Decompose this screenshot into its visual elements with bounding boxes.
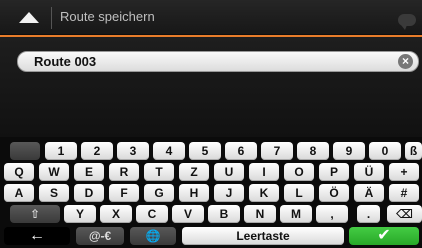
key-period[interactable]: . bbox=[357, 205, 380, 223]
checkmark-icon: ✔ bbox=[377, 227, 391, 244]
key-x[interactable]: X bbox=[100, 205, 132, 223]
key-blank bbox=[10, 142, 40, 160]
key-0[interactable]: 0 bbox=[369, 142, 401, 160]
key-h[interactable]: H bbox=[179, 184, 209, 202]
header-divider bbox=[51, 7, 52, 29]
key-comma[interactable]: , bbox=[316, 205, 348, 223]
input-value: Route 003 bbox=[34, 54, 97, 69]
key-o[interactable]: O bbox=[284, 163, 314, 181]
shift-icon: ⇧ bbox=[29, 207, 41, 221]
key-hash[interactable]: # bbox=[389, 184, 419, 202]
key-q[interactable]: Q bbox=[4, 163, 34, 181]
header-bar: Route speichern bbox=[0, 0, 422, 34]
key-f[interactable]: F bbox=[109, 184, 139, 202]
key-w[interactable]: W bbox=[39, 163, 69, 181]
key-3[interactable]: 3 bbox=[117, 142, 149, 160]
key-n[interactable]: N bbox=[244, 205, 276, 223]
key-d[interactable]: D bbox=[74, 184, 104, 202]
key-9[interactable]: 9 bbox=[333, 142, 365, 160]
key-i[interactable]: I bbox=[249, 163, 279, 181]
key-1[interactable]: 1 bbox=[45, 142, 77, 160]
key-ae[interactable]: Ä bbox=[354, 184, 384, 202]
key-k[interactable]: K bbox=[249, 184, 279, 202]
key-v[interactable]: V bbox=[172, 205, 204, 223]
key-u[interactable]: U bbox=[214, 163, 244, 181]
back-icon[interactable] bbox=[19, 12, 39, 23]
key-7[interactable]: 7 bbox=[261, 142, 293, 160]
key-6[interactable]: 6 bbox=[225, 142, 257, 160]
key-y[interactable]: Y bbox=[64, 205, 96, 223]
route-name-input[interactable]: Route 003 × bbox=[17, 51, 419, 72]
key-c[interactable]: C bbox=[136, 205, 168, 223]
key-ue[interactable]: Ü bbox=[354, 163, 384, 181]
symbols-key[interactable]: @-€ bbox=[76, 227, 124, 245]
key-4[interactable]: 4 bbox=[153, 142, 185, 160]
globe-key[interactable]: 🌐 bbox=[130, 227, 176, 245]
key-l[interactable]: L bbox=[284, 184, 314, 202]
key-plus[interactable]: + bbox=[389, 163, 419, 181]
key-2[interactable]: 2 bbox=[81, 142, 113, 160]
key-5[interactable]: 5 bbox=[189, 142, 221, 160]
key-g[interactable]: G bbox=[144, 184, 174, 202]
shift-key[interactable]: ⇧ bbox=[10, 205, 60, 223]
key-e[interactable]: E bbox=[74, 163, 104, 181]
globe-icon: 🌐 bbox=[145, 229, 161, 243]
chat-icon[interactable] bbox=[398, 14, 416, 30]
back-arrow-icon: ← bbox=[29, 227, 45, 244]
key-eszett[interactable]: ß bbox=[405, 142, 422, 160]
backspace-key[interactable]: ⌫ bbox=[387, 205, 422, 223]
key-r[interactable]: R bbox=[109, 163, 139, 181]
space-key[interactable]: Leertaste bbox=[182, 227, 344, 245]
keyboard: 1 2 3 4 5 6 7 8 9 0 ß Q W E R T Z U I O … bbox=[0, 137, 422, 248]
key-p[interactable]: P bbox=[319, 163, 349, 181]
key-b[interactable]: B bbox=[208, 205, 240, 223]
key-s[interactable]: S bbox=[39, 184, 69, 202]
input-area: Route 003 × bbox=[0, 37, 422, 137]
enter-key[interactable]: ✔ bbox=[349, 227, 419, 245]
clear-icon[interactable]: × bbox=[398, 54, 413, 69]
key-z[interactable]: Z bbox=[179, 163, 209, 181]
backspace-icon: ⌫ bbox=[396, 207, 413, 221]
key-m[interactable]: M bbox=[280, 205, 312, 223]
page-title: Route speichern bbox=[60, 9, 155, 24]
key-oe[interactable]: Ö bbox=[319, 184, 349, 202]
key-8[interactable]: 8 bbox=[297, 142, 329, 160]
back-key[interactable]: ← bbox=[4, 227, 70, 245]
key-j[interactable]: J bbox=[214, 184, 244, 202]
key-t[interactable]: T bbox=[144, 163, 174, 181]
key-a[interactable]: A bbox=[4, 184, 34, 202]
